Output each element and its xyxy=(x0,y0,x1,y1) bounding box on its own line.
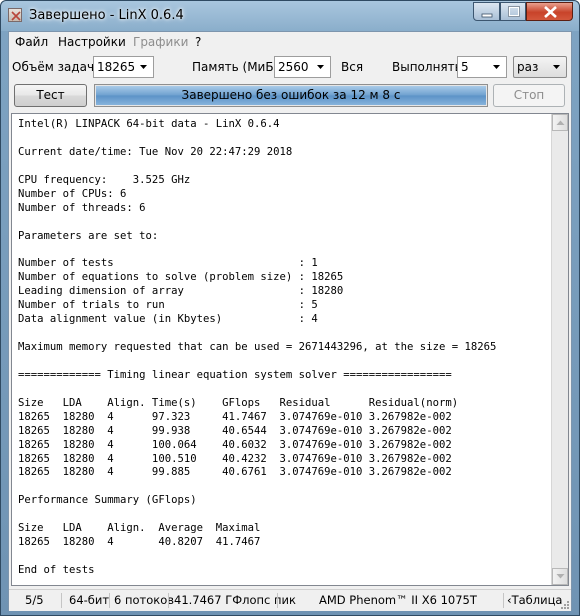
log-line: Current date/time: Tue Nov 20 22:47:29 2… xyxy=(18,145,293,158)
app-window: Завершено - LinX 0.6.4 Файл Настройки Гр… xyxy=(0,0,580,616)
log-output[interactable]: Intel(R) LINPACK 64-bit data - LinX 0.6.… xyxy=(11,113,569,586)
log-line: Number of CPUs: 6 xyxy=(18,187,127,200)
log-line: Performance Summary (GFlops) xyxy=(18,494,197,507)
status-bitness: 64-бит xyxy=(69,593,110,607)
problem-size-select[interactable]: 18265 xyxy=(93,56,154,78)
status-runs: 5/5 xyxy=(25,593,44,607)
chevron-down-icon xyxy=(556,574,565,579)
status-divider xyxy=(168,593,169,608)
chevron-down-icon xyxy=(553,65,560,69)
run-label: Выполнять: xyxy=(392,60,466,74)
chevron-up-icon xyxy=(556,120,565,125)
log-line: Maximum memory requested that can be use… xyxy=(18,341,497,353)
log-line: 18265 18280 4 40.8207 41.7467 xyxy=(18,536,261,549)
run-unit-value: раз xyxy=(517,60,539,74)
log-line: 18265 18280 4 100.064 40.6032 3.074769e-… xyxy=(18,438,452,451)
test-button[interactable]: Тест xyxy=(14,84,87,107)
run-unit-select[interactable]: раз xyxy=(513,56,567,78)
log-line: CPU frequency: 3.525 GHz xyxy=(18,173,191,186)
log-line: Number of tests : 1 xyxy=(18,257,318,270)
log-line: Number of equations to solve (problem si… xyxy=(18,271,344,284)
menu-file[interactable]: Файл xyxy=(15,35,48,49)
minimize-icon xyxy=(481,13,493,18)
log-line: End of tests xyxy=(18,564,95,576)
close-icon xyxy=(544,6,557,18)
menu-settings[interactable]: Настройки xyxy=(58,35,126,49)
problem-size-value: 18265 xyxy=(97,60,136,74)
chevron-down-icon xyxy=(140,65,147,69)
log-line: Size LDA Align. Average Maximal xyxy=(18,522,261,535)
menu-charts[interactable]: Графики xyxy=(133,35,188,49)
run-count-select[interactable]: 5 xyxy=(457,56,507,78)
status-bar: 5/5 64-бит 6 потоков 41.7467 ГФлопс пик … xyxy=(9,589,571,611)
vertical-scrollbar[interactable] xyxy=(551,114,568,585)
action-row: Тест Завершено без ошибок за 12 м 8 с Ст… xyxy=(9,82,571,108)
log-line: 18265 18280 4 100.510 40.4232 3.074769e-… xyxy=(18,452,452,465)
log-line: Data alignment value (in Kbytes) : 4 xyxy=(18,313,318,326)
status-cpu: AMD Phenom™ II X6 1075T xyxy=(319,593,477,607)
progress-text: Завершено без ошибок за 12 м 8 с xyxy=(181,88,401,102)
stop-button[interactable]: Стоп xyxy=(493,84,565,107)
chevron-down-icon xyxy=(317,65,324,69)
app-icon xyxy=(8,8,22,22)
scroll-down-button[interactable] xyxy=(552,568,568,585)
status-divider xyxy=(277,593,278,608)
log-text: Intel(R) LINPACK 64-bit data - LinX 0.6.… xyxy=(18,118,546,583)
maximize-button[interactable] xyxy=(500,2,526,21)
status-threads: 6 потоков xyxy=(114,593,175,607)
table-link[interactable]: ‹Таблица xyxy=(503,592,562,609)
resize-grip-icon[interactable] xyxy=(559,599,570,610)
settings-row: Объём задачи: 18265 Память (МиБ): 2560 В… xyxy=(9,54,571,80)
memory-value: 2560 xyxy=(278,60,309,74)
log-line: Number of threads: 6 xyxy=(18,201,146,214)
log-line: Intel(R) LINPACK 64-bit data - LinX 0.6.… xyxy=(18,118,280,130)
log-line: 18265 18280 4 99.885 40.6761 3.074769e-0… xyxy=(18,466,452,479)
log-line: 18265 18280 4 99.938 40.6544 3.074769e-0… xyxy=(18,424,452,437)
menu-help[interactable]: ? xyxy=(195,35,201,49)
run-count-value: 5 xyxy=(461,60,469,74)
minimize-button[interactable] xyxy=(473,2,500,21)
all-memory-label[interactable]: Вся xyxy=(341,60,363,74)
log-line: 18265 18280 4 97.323 41.7467 3.074769e-0… xyxy=(18,410,452,423)
log-line: Number of trials to run : 5 xyxy=(18,299,318,312)
window-title: Завершено - LinX 0.6.4 xyxy=(29,8,184,23)
progress-bar: Завершено без ошибок за 12 м 8 с xyxy=(94,84,488,107)
client-area: Файл Настройки Графики ? Объём задачи: 1… xyxy=(8,31,572,611)
problem-size-label: Объём задачи: xyxy=(12,60,106,74)
memory-label: Память (МиБ): xyxy=(192,60,283,74)
log-line: ============= Timing linear equation sys… xyxy=(18,368,452,381)
close-button[interactable] xyxy=(526,2,573,21)
log-line: Parameters are set to: xyxy=(18,229,159,242)
log-line: Size LDA Align. Time(s) GFlops Residual … xyxy=(18,396,459,409)
status-divider xyxy=(61,593,62,608)
menu-bar: Файл Настройки Графики ? xyxy=(9,32,571,52)
memory-select[interactable]: 2560 xyxy=(274,56,331,78)
title-bar[interactable]: Завершено - LinX 0.6.4 xyxy=(1,1,579,31)
log-line: Leading dimension of array : 18280 xyxy=(18,285,344,298)
scroll-up-button[interactable] xyxy=(552,114,568,131)
maximize-icon xyxy=(508,6,520,17)
chevron-down-icon xyxy=(493,65,500,69)
